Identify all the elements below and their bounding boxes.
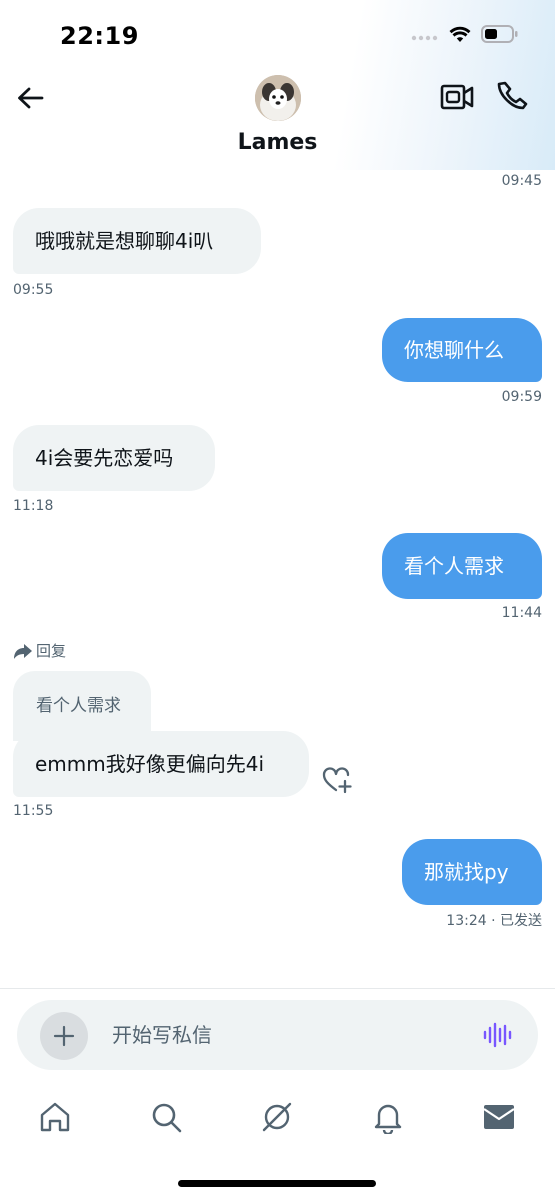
back-arrow-icon [18,87,44,109]
incoming-message-bubble[interactable]: 4i会要先恋爱吗 [13,425,215,491]
video-call-button[interactable] [440,82,476,114]
grok-icon [262,1102,292,1132]
tab-search[interactable] [147,1098,185,1136]
message-timestamp: 11:18 [13,498,54,514]
audio-waveform-icon [483,1022,512,1048]
divider [0,988,555,989]
outgoing-message-bubble[interactable]: 那就找py [402,839,542,905]
tab-home[interactable] [36,1098,74,1136]
message-timestamp: 11:44 [501,605,542,621]
message-timestamp-sent: 13:24 · 已发送 [446,913,542,929]
message-timestamp: 09:59 [501,389,542,405]
voice-call-button[interactable] [497,80,531,114]
bell-icon [374,1104,402,1134]
outgoing-message-bubble[interactable]: 你想聊什么 [382,318,542,382]
home-icon [40,1102,70,1132]
cellular-signal-icon [411,27,439,46]
outgoing-message-bubble[interactable]: 看个人需求 [382,533,542,599]
attach-button[interactable] [40,1012,88,1060]
voice-message-button[interactable] [482,1020,514,1050]
status-icons [411,24,519,48]
battery-icon [481,24,519,48]
dog-avatar-image [255,75,301,121]
tab-grok[interactable] [258,1098,296,1136]
plus-icon [53,1025,75,1047]
message-timestamp: 09:55 [13,282,54,298]
heart-plus-icon [322,767,352,794]
video-camera-icon [440,84,474,110]
search-icon [152,1103,182,1133]
contact-name[interactable]: Lames [0,130,555,155]
tab-notifications[interactable] [369,1098,407,1136]
add-reaction-button[interactable] [322,766,356,796]
wifi-icon [449,26,471,47]
message-input[interactable] [112,1020,452,1050]
envelope-icon [483,1105,515,1129]
message-timestamp: 11:55 [13,803,54,819]
back-button[interactable] [14,82,46,114]
phone-icon [497,81,528,110]
incoming-message-bubble[interactable]: emmm我好像更偏向先4i [13,731,309,797]
status-time: 22:19 [60,22,139,50]
reply-indicator: 回复 [13,640,66,661]
tab-messages[interactable] [480,1098,518,1136]
home-indicator [178,1180,376,1187]
avatar[interactable] [255,75,301,121]
reply-arrow-icon [14,643,32,659]
reply-label: 回复 [36,642,67,660]
message-timestamp: 09:45 [501,173,542,189]
incoming-message-bubble[interactable]: 哦哦就是想聊聊4i叭 [13,208,261,274]
